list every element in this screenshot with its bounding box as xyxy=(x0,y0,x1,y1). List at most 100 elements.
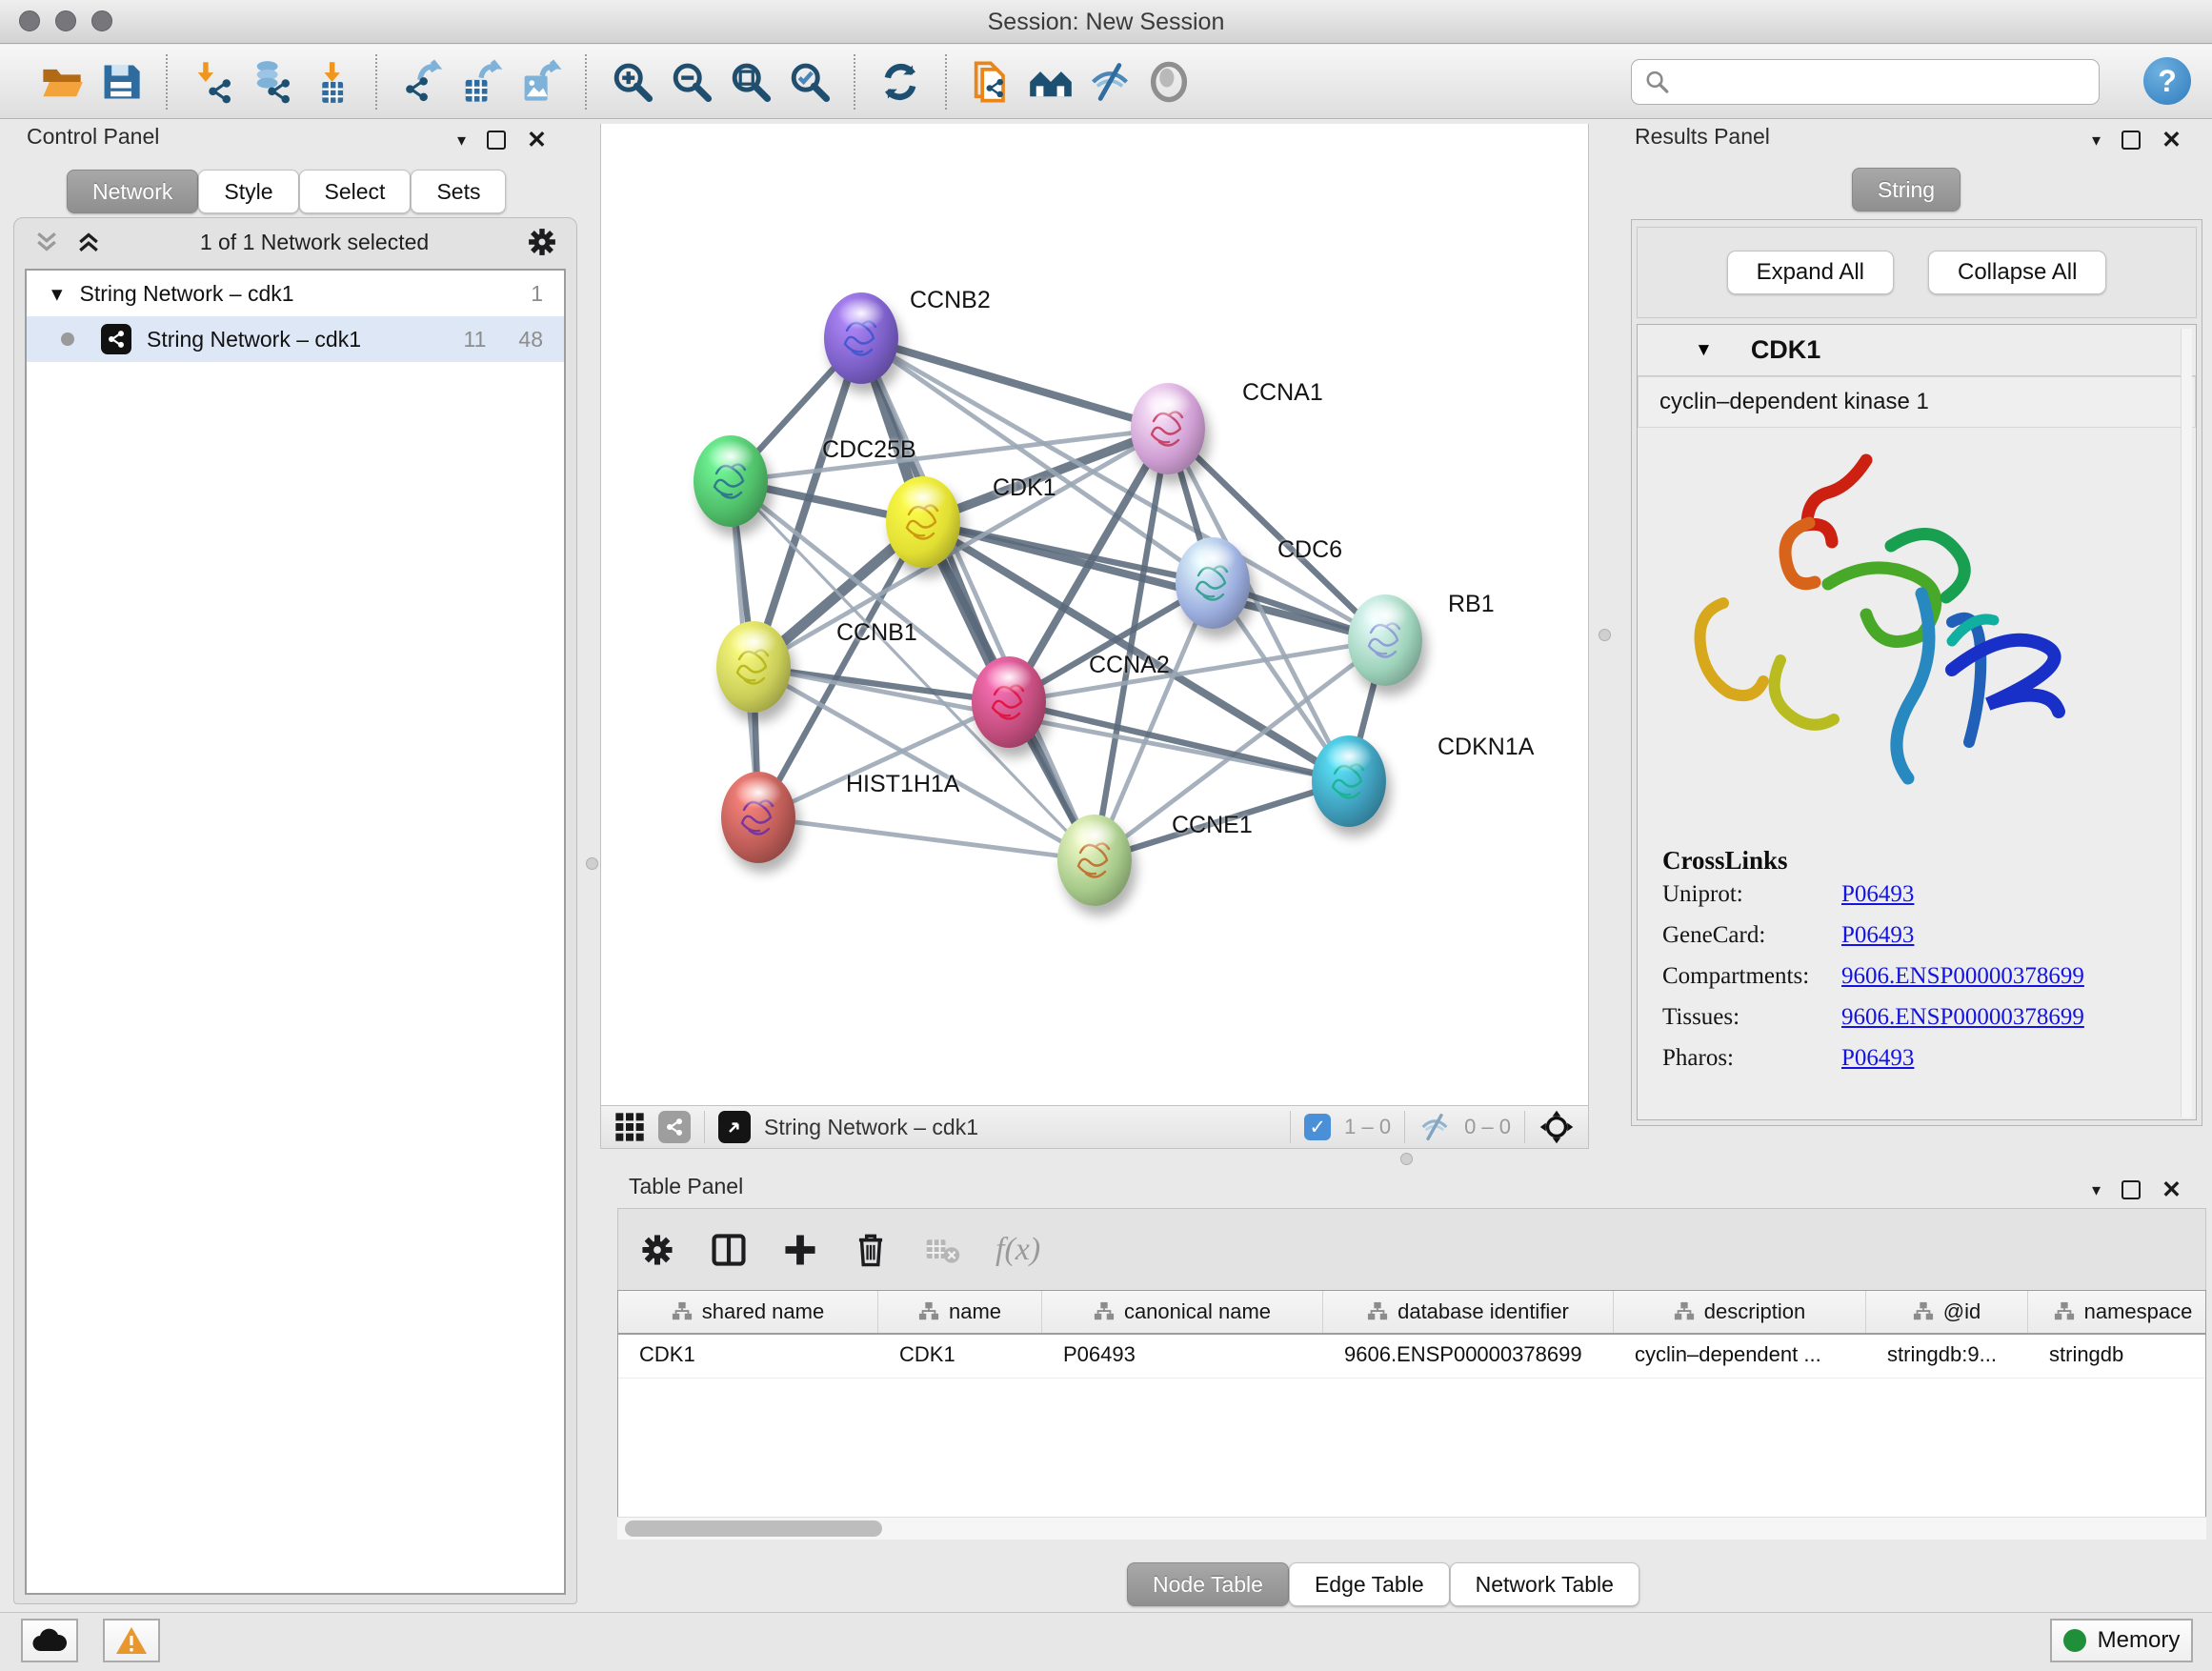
memory-button[interactable]: Memory xyxy=(2050,1619,2193,1662)
add-column-plus-icon[interactable] xyxy=(782,1232,818,1268)
tab-select[interactable]: Select xyxy=(299,170,412,213)
network-edge[interactable] xyxy=(758,817,1095,860)
float-panel-icon[interactable] xyxy=(487,131,506,150)
tab-node-table[interactable]: Node Table xyxy=(1127,1562,1289,1606)
tab-style[interactable]: Style xyxy=(198,170,298,213)
refresh-button[interactable] xyxy=(871,51,930,112)
column-header-shared-name[interactable]: shared name xyxy=(618,1291,878,1333)
results-scrollbar[interactable] xyxy=(2181,329,2192,1117)
network-edge[interactable] xyxy=(1009,702,1349,781)
zoom-in-button[interactable] xyxy=(602,51,661,112)
collapse-panel-icon[interactable]: ▾ xyxy=(2092,131,2101,151)
expand-all-chevrons-icon[interactable] xyxy=(32,228,61,256)
tab-network-table[interactable]: Network Table xyxy=(1450,1562,1639,1606)
export-image-button[interactable] xyxy=(511,51,570,112)
first-neighbors-button[interactable] xyxy=(1021,51,1080,112)
network-canvas[interactable]: CCNB2CCNA1CDC25BCDK1CDC6RB1CCNB1CCNA2CDK… xyxy=(600,124,1589,1105)
tab-string[interactable]: String xyxy=(1852,168,1961,211)
float-panel-icon[interactable] xyxy=(2122,131,2141,150)
hide-selected-button[interactable] xyxy=(1080,51,1139,112)
network-node-hist1h1a[interactable] xyxy=(721,772,795,863)
fit-content-crosshair-icon[interactable] xyxy=(1538,1109,1575,1145)
expand-all-button[interactable]: Expand All xyxy=(1727,251,1894,294)
network-tree-root-row[interactable]: ▾ String Network – cdk1 1 xyxy=(27,271,564,316)
table-cell[interactable]: stringdb xyxy=(2028,1335,2212,1378)
column-header-database-identifier[interactable]: database identifier xyxy=(1323,1291,1614,1333)
crosslink-value-link[interactable]: P06493 xyxy=(1841,1045,1914,1072)
zoom-selected-button[interactable] xyxy=(779,51,838,112)
warning-status-button[interactable] xyxy=(103,1619,160,1662)
collapse-panel-icon[interactable]: ▾ xyxy=(2092,1180,2101,1200)
network-node-cdkn1a[interactable] xyxy=(1312,735,1386,827)
export-network-button[interactable] xyxy=(392,51,452,112)
table-hscrollbar-thumb[interactable] xyxy=(625,1520,882,1537)
crosslink-value-link[interactable]: 9606.ENSP00000378699 xyxy=(1841,963,2084,990)
birds-eye-view-icon[interactable] xyxy=(718,1111,751,1143)
network-tree-child-row[interactable]: String Network – cdk1 11 48 xyxy=(27,316,564,362)
collapse-all-button[interactable]: Collapse All xyxy=(1928,251,2106,294)
network-node-cdc25b[interactable] xyxy=(694,435,768,527)
new-network-from-selection-button[interactable] xyxy=(962,51,1021,112)
network-node-cdk1[interactable] xyxy=(886,476,960,568)
save-session-button[interactable] xyxy=(91,51,151,112)
delete-column-trash-icon[interactable] xyxy=(853,1232,889,1268)
collapse-all-chevrons-icon[interactable] xyxy=(74,228,103,256)
close-panel-icon[interactable]: ✕ xyxy=(2162,1176,2182,1204)
zoom-fit-button[interactable] xyxy=(720,51,779,112)
import-network-button[interactable] xyxy=(183,51,242,112)
table-cell[interactable]: 9606.ENSP00000378699 xyxy=(1323,1335,1614,1378)
tab-network[interactable]: Network xyxy=(67,170,198,213)
import-database-button[interactable] xyxy=(242,51,301,112)
show-all-button[interactable] xyxy=(1139,51,1198,112)
column-header--id[interactable]: @id xyxy=(1866,1291,2028,1333)
crosslink-value-link[interactable]: P06493 xyxy=(1841,881,1914,908)
column-header-namespace[interactable]: namespace xyxy=(2028,1291,2212,1333)
network-node-ccna1[interactable] xyxy=(1131,383,1205,474)
import-table-button[interactable] xyxy=(301,51,360,112)
table-cell[interactable]: cyclin–dependent ... xyxy=(1614,1335,1866,1378)
crosslink-value-link[interactable]: P06493 xyxy=(1841,922,1914,949)
network-selection-bar: 1 of 1 Network selected xyxy=(13,217,577,267)
network-node-ccne1[interactable] xyxy=(1057,815,1132,906)
network-node-ccna2[interactable] xyxy=(972,656,1046,748)
network-view-icon[interactable] xyxy=(658,1111,691,1143)
show-columns-icon[interactable] xyxy=(710,1231,748,1269)
collapse-panel-icon[interactable]: ▾ xyxy=(457,131,466,151)
selected-checkbox-icon[interactable]: ✓ xyxy=(1304,1114,1331,1140)
network-node-ccnb2[interactable] xyxy=(824,292,898,384)
hidden-eye-icon[interactable] xyxy=(1418,1111,1451,1143)
table-cell[interactable]: stringdb:9... xyxy=(1866,1335,2028,1378)
tab-sets[interactable]: Sets xyxy=(411,170,506,213)
collapse-entry-icon[interactable]: ▼ xyxy=(1695,340,1713,361)
bottom-splitter-handle[interactable] xyxy=(1400,1153,1413,1165)
tree-expand-icon[interactable]: ▾ xyxy=(51,281,63,307)
column-header-name[interactable]: name xyxy=(878,1291,1042,1333)
table-row[interactable]: CDK1CDK1P064939606.ENSP00000378699cyclin… xyxy=(618,1335,2205,1379)
gear-icon[interactable] xyxy=(526,226,558,258)
network-edge[interactable] xyxy=(861,338,1168,429)
export-table-button[interactable] xyxy=(452,51,511,112)
open-session-button[interactable] xyxy=(32,51,91,112)
close-panel-icon[interactable]: ✕ xyxy=(2162,126,2182,154)
tab-edge-table[interactable]: Edge Table xyxy=(1289,1562,1450,1606)
column-header-canonical-name[interactable]: canonical name xyxy=(1042,1291,1323,1333)
column-header-description[interactable]: description xyxy=(1614,1291,1866,1333)
network-node-ccnb1[interactable] xyxy=(716,621,791,713)
cloud-status-button[interactable] xyxy=(21,1619,78,1662)
right-splitter-handle[interactable] xyxy=(1599,629,1611,641)
table-cell[interactable]: CDK1 xyxy=(878,1335,1042,1378)
table-cell[interactable]: CDK1 xyxy=(618,1335,878,1378)
table-cell[interactable]: P06493 xyxy=(1042,1335,1323,1378)
grid-view-icon[interactable] xyxy=(614,1112,645,1142)
left-splitter-handle[interactable] xyxy=(586,857,598,870)
crosslink-value-link[interactable]: 9606.ENSP00000378699 xyxy=(1841,1004,2084,1031)
table-options-gear-icon[interactable] xyxy=(639,1232,675,1268)
float-panel-icon[interactable] xyxy=(2122,1180,2141,1199)
node-result-header[interactable]: ▼ CDK1 xyxy=(1638,325,2196,376)
zoom-out-button[interactable] xyxy=(661,51,720,112)
close-panel-icon[interactable]: ✕ xyxy=(527,126,547,154)
search-input[interactable] xyxy=(1670,70,2070,94)
network-node-cdc6[interactable] xyxy=(1176,537,1250,629)
network-node-rb1[interactable] xyxy=(1348,594,1422,686)
help-button[interactable]: ? xyxy=(2143,57,2191,105)
